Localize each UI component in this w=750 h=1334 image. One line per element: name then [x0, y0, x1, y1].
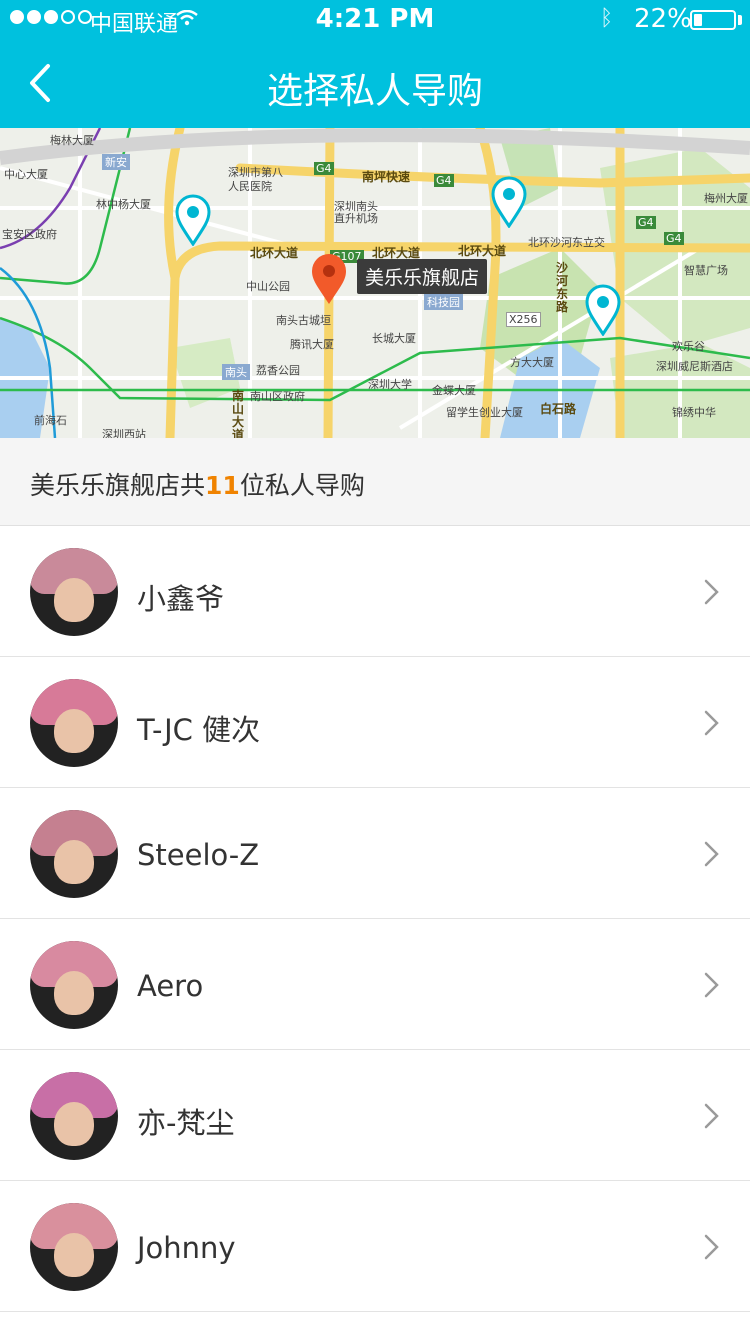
battery-percent: 22%: [634, 4, 692, 34]
chevron-right-icon: [704, 710, 719, 736]
map-road-label: 沙河东路: [556, 261, 569, 314]
map-road-label: 北环大道: [250, 246, 299, 260]
map-label: 荔香公园: [256, 364, 300, 377]
list-item[interactable]: Johnny: [0, 1181, 750, 1312]
map-pin-icon[interactable]: [175, 194, 211, 246]
map-pin-icon[interactable]: [585, 284, 621, 336]
map-label: 长城大厦: [372, 332, 416, 345]
bluetooth-icon: ᛒ: [600, 6, 614, 31]
selected-store-pin-icon[interactable]: [310, 252, 348, 306]
count-suffix: 位私人导购: [239, 471, 365, 500]
chevron-right-icon: [704, 972, 719, 998]
map-label: 锦绣中华: [672, 406, 716, 419]
chevron-right-icon: [704, 1234, 719, 1260]
map-label: G4: [636, 216, 656, 229]
avatar: [30, 1072, 118, 1160]
list-item[interactable]: Aero: [0, 919, 750, 1050]
map-label: 北环沙河东立交: [528, 236, 605, 249]
map-label: 宝安区政府: [2, 228, 57, 241]
map-label: 深圳大学: [368, 378, 412, 391]
guide-list: 小鑫爷 T-JC 健次 Steelo-Z Aero 亦-梵尘 Johnny: [0, 526, 750, 1312]
map-label: 前海石: [34, 414, 67, 427]
avatar-face: [54, 840, 94, 884]
map-label: 深圳西站: [102, 428, 146, 438]
map-label: G4: [314, 162, 334, 175]
guide-count-header: 美乐乐旗舰店共11位私人导购: [0, 438, 750, 526]
map-label: 方大大厦: [510, 356, 554, 369]
count-number: 11: [205, 471, 240, 500]
map-label: G4: [434, 174, 454, 187]
map-label: 留学生创业大厦: [446, 406, 523, 419]
map-label: 智慧广场: [684, 264, 728, 277]
map-label: 梅州大厦: [704, 192, 748, 205]
map-label: G4: [664, 232, 684, 245]
avatar-face: [54, 1102, 94, 1146]
map-road-label: 南山大道: [232, 389, 245, 439]
avatar: [30, 679, 118, 767]
chevron-right-icon: [704, 579, 719, 605]
map-road-label: 南坪快速: [362, 170, 411, 184]
map-label: 林中杨大厦: [96, 198, 151, 211]
page-title: 选择私人导购: [266, 71, 483, 112]
map-label: 科技园: [424, 294, 463, 310]
avatar: [30, 941, 118, 1029]
map-label: 南头: [222, 364, 250, 380]
header-bar: 中国联通 4:21 PM ᛒ 22% 选择私人导购: [0, 0, 750, 128]
avatar: [30, 1203, 118, 1291]
map-label: 中心大厦: [4, 168, 48, 181]
guide-count-text: 美乐乐旗舰店共11位私人导购: [30, 466, 365, 502]
map-pin-icon[interactable]: [491, 176, 527, 228]
map-label: 梅林大厦: [50, 134, 94, 147]
chevron-right-icon: [704, 841, 719, 867]
battery-icon: [690, 10, 736, 30]
avatar-face: [54, 709, 94, 753]
list-item[interactable]: Steelo-Z: [0, 788, 750, 919]
map-label: X256: [506, 312, 541, 327]
guide-name: Johnny: [137, 1231, 236, 1265]
guide-name: 亦-梵尘: [137, 1106, 235, 1140]
battery-tip: [738, 15, 742, 25]
list-item[interactable]: 小鑫爷: [0, 526, 750, 657]
status-bar: 中国联通 4:21 PM ᛒ 22%: [0, 0, 750, 40]
map-road-label: 北环大道: [458, 244, 507, 258]
guide-name: 小鑫爷: [137, 582, 225, 616]
map-label: 南山区政府: [250, 390, 305, 403]
count-prefix: 美乐乐旗舰店共: [30, 471, 206, 500]
map-label: 人民医院: [228, 180, 272, 193]
chevron-right-icon: [704, 1103, 719, 1129]
map-label: 新安: [102, 154, 130, 170]
avatar-face: [54, 971, 94, 1015]
avatar: [30, 810, 118, 898]
guide-name: T-JC 健次: [137, 713, 261, 747]
avatar: [30, 548, 118, 636]
map-label: 深圳威尼斯酒店: [656, 360, 733, 373]
map-label: 中山公园: [246, 280, 290, 293]
map-label: 腾讯大厦: [290, 338, 334, 351]
selected-store-callout[interactable]: 美乐乐旗舰店: [357, 259, 488, 294]
avatar-face: [54, 578, 94, 622]
list-item[interactable]: T-JC 健次: [0, 657, 750, 788]
map-label: 南头古城垣: [276, 314, 331, 327]
map-label: 金蝶大厦: [432, 384, 476, 397]
store-map[interactable]: 中心大厦 林中杨大厦 新安 深圳市第八 人民医院 深圳南头 直升机场 南坪快速 …: [0, 128, 750, 438]
map-label: 直升机场: [334, 212, 378, 225]
avatar-face: [54, 1233, 94, 1277]
map-label: 欢乐谷: [672, 340, 705, 353]
guide-name: Aero: [137, 969, 204, 1003]
map-road-label: 白石路: [540, 402, 577, 416]
guide-name: Steelo-Z: [137, 838, 260, 872]
list-item[interactable]: 亦-梵尘: [0, 1050, 750, 1181]
